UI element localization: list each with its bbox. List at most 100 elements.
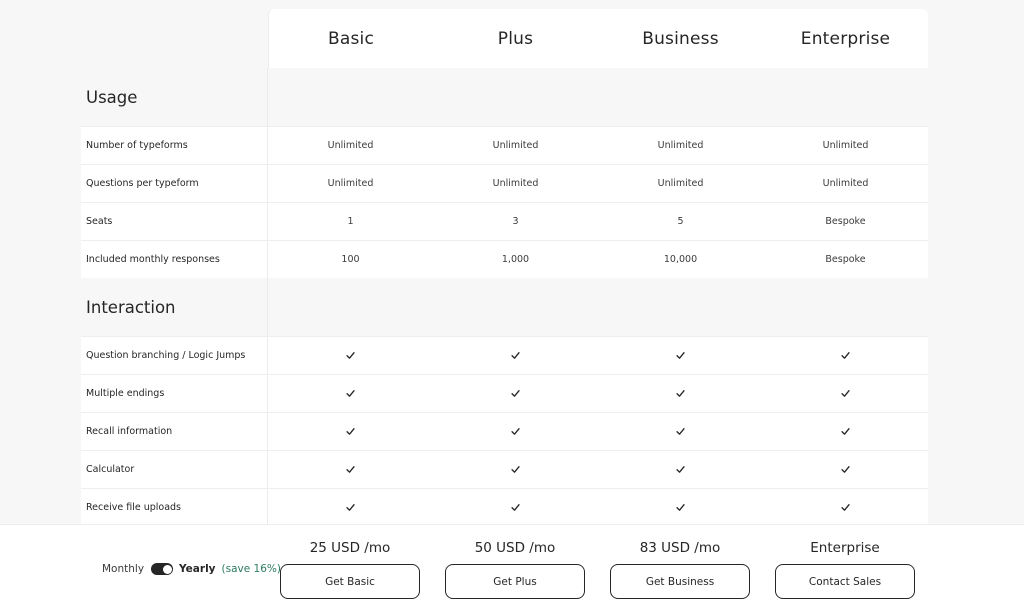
get-business-button[interactable]: Get Business [610, 564, 750, 599]
monthly-label[interactable]: Monthly [102, 563, 144, 575]
feature-value-basic: Unlimited [268, 164, 433, 202]
billing-toggle-switch[interactable] [151, 563, 174, 575]
feature-row: Number of typeforms Unlimited Unlimited Unl… [81, 126, 928, 164]
feature-label: Multiple endings [81, 374, 268, 412]
feature-label: Seats [81, 202, 268, 240]
plan-name-plus: Plus [433, 9, 598, 68]
feature-value-enterprise: Unlimited [763, 164, 928, 202]
feature-value-plus: Unlimited [433, 126, 598, 164]
feature-row: Seats 1 3 5 Bespoke [81, 202, 928, 240]
checkmark-icon [346, 427, 355, 436]
feature-value-business [598, 336, 763, 374]
checkmark-icon [676, 427, 685, 436]
checkmark-icon [511, 427, 520, 436]
feature-label: Questions per typeform [81, 164, 268, 202]
plan-name-business: Business [598, 9, 763, 68]
section-title: Usage [81, 68, 268, 126]
feature-value-business [598, 374, 763, 412]
checkmark-icon [511, 351, 520, 360]
plan-name-basic: Basic [268, 9, 433, 68]
get-basic-button[interactable]: Get Basic [280, 564, 420, 599]
feature-value-business [598, 412, 763, 450]
checkmark-icon [676, 351, 685, 360]
section-header-fill [268, 278, 928, 336]
plan-header-row: Basic Plus Business Enterprise [81, 9, 928, 68]
checkmark-icon [346, 389, 355, 398]
plan-cta-enterprise: Enterprise Contact Sales [774, 539, 916, 599]
feature-label: Recall information [81, 412, 268, 450]
feature-value-plus [433, 412, 598, 450]
feature-value-basic [268, 450, 433, 488]
checkmark-icon [511, 503, 520, 512]
checkmark-icon [511, 465, 520, 474]
checkmark-icon [841, 389, 850, 398]
checkmark-icon [511, 389, 520, 398]
feature-label: Receive file uploads [81, 488, 268, 526]
plan-comparison-table: Basic Plus Business Enterprise Usage Numb… [81, 9, 928, 526]
checkmark-icon [841, 465, 850, 474]
feature-value-enterprise: Bespoke [763, 202, 928, 240]
billing-period-toggle: Monthly Yearly (save 16%) [102, 563, 281, 575]
feature-row: Included monthly responses 100 1,000 10,000… [81, 240, 928, 278]
toggle-knob [162, 564, 172, 574]
section-header-row: Interaction [81, 278, 928, 336]
feature-label: Number of typeforms [81, 126, 268, 164]
checkmark-icon [346, 503, 355, 512]
feature-row: Receive file uploads [81, 488, 928, 526]
feature-value-enterprise [763, 488, 928, 526]
feature-value-business [598, 450, 763, 488]
feature-label: Calculator [81, 450, 268, 488]
get-plus-button[interactable]: Get Plus [445, 564, 585, 599]
feature-value-basic [268, 488, 433, 526]
feature-value-plus [433, 488, 598, 526]
plan-cta-business: 83 USD /mo Get Business [609, 539, 751, 599]
feature-value-enterprise [763, 336, 928, 374]
feature-value-enterprise [763, 412, 928, 450]
sticky-pricing-bar: Monthly Yearly (save 16%) 25 USD /mo Get… [0, 524, 1024, 611]
plan-name-enterprise: Enterprise [763, 9, 928, 68]
feature-value-enterprise: Unlimited [763, 126, 928, 164]
feature-label: Included monthly responses [81, 240, 268, 278]
checkmark-icon [346, 351, 355, 360]
checkmark-icon [346, 465, 355, 474]
feature-value-business [598, 488, 763, 526]
feature-value-basic [268, 412, 433, 450]
feature-value-enterprise [763, 450, 928, 488]
feature-value-business: 5 [598, 202, 763, 240]
feature-value-enterprise: Bespoke [763, 240, 928, 278]
plan-cta-basic: 25 USD /mo Get Basic [279, 539, 421, 599]
feature-value-basic: 1 [268, 202, 433, 240]
feature-row: Multiple endings [81, 374, 928, 412]
feature-label: Question branching / Logic Jumps [81, 336, 268, 374]
feature-value-business: 10,000 [598, 240, 763, 278]
checkmark-icon [676, 503, 685, 512]
feature-value-business: Unlimited [598, 126, 763, 164]
contact-sales-button[interactable]: Contact Sales [775, 564, 915, 599]
feature-value-basic [268, 374, 433, 412]
feature-value-business: Unlimited [598, 164, 763, 202]
feature-value-plus [433, 374, 598, 412]
feature-sections: Usage Number of typeforms Unlimited Unlimit… [81, 68, 928, 526]
feature-row: Calculator [81, 450, 928, 488]
plan-price-enterprise: Enterprise [810, 540, 880, 556]
yearly-label[interactable]: Yearly [179, 563, 215, 575]
feature-value-plus [433, 450, 598, 488]
checkmark-icon [676, 389, 685, 398]
plan-price-plus: 50 USD /mo [474, 540, 556, 556]
plan-price-basic: 25 USD /mo [309, 540, 391, 556]
feature-value-enterprise [763, 374, 928, 412]
feature-value-basic: Unlimited [268, 126, 433, 164]
feature-value-plus: Unlimited [433, 164, 598, 202]
feature-value-basic: 100 [268, 240, 433, 278]
feature-value-basic [268, 336, 433, 374]
checkmark-icon [841, 503, 850, 512]
section-header-row: Usage [81, 68, 928, 126]
feature-row: Question branching / Logic Jumps [81, 336, 928, 374]
feature-row: Questions per typeform Unlimited Unlimited… [81, 164, 928, 202]
feature-value-plus: 3 [433, 202, 598, 240]
section-header-fill [268, 68, 928, 126]
checkmark-icon [676, 465, 685, 474]
header-corner [81, 9, 268, 68]
checkmark-icon [841, 427, 850, 436]
pricing-comparison-page: Basic Plus Business Enterprise Usage Numb… [0, 0, 1024, 611]
